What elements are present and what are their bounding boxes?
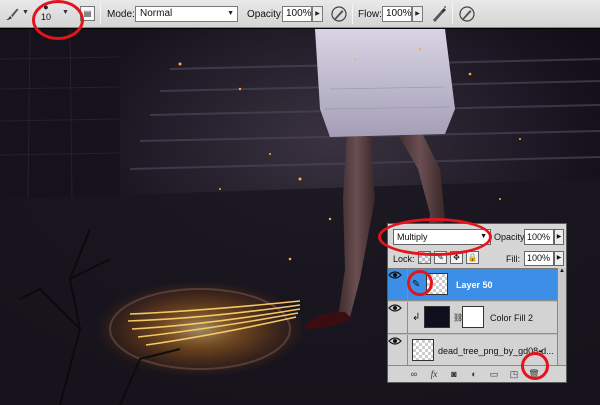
- layer-mask-thumbnail[interactable]: [462, 306, 484, 328]
- visibility-toggle[interactable]: [388, 302, 408, 334]
- flow-value: 100%: [386, 8, 412, 19]
- layers-scrollbar[interactable]: ▲: [557, 268, 566, 365]
- annotation-ring-new-layer: [521, 352, 549, 380]
- new-layer-icon[interactable]: ◳: [508, 368, 520, 380]
- layer-thumbnail[interactable]: [412, 339, 434, 361]
- eye-icon: [388, 337, 402, 345]
- annotation-ring-blend-mode: [378, 218, 492, 256]
- opacity-value: 100%: [286, 8, 312, 19]
- flow-label: Flow:: [358, 9, 382, 20]
- layer-opacity-value: 100%: [527, 232, 551, 242]
- layer-name[interactable]: Layer 50: [456, 280, 493, 290]
- opacity-label: Opacity:: [247, 9, 284, 20]
- chevron-down-icon: ▼: [227, 10, 234, 17]
- mode-select[interactable]: Normal ▼: [135, 6, 238, 22]
- layer-name[interactable]: Color Fill 2: [490, 313, 533, 323]
- fx-icon[interactable]: fx: [428, 368, 440, 380]
- clipping-arrow-icon: ↲: [412, 312, 421, 323]
- pen-pressure-size-icon[interactable]: [458, 5, 476, 23]
- flow-slider-button[interactable]: ▶: [412, 6, 423, 22]
- annotation-ring-brush-size: [32, 0, 84, 40]
- divider: [100, 4, 101, 24]
- lock-all-icon[interactable]: 🔒: [466, 251, 479, 264]
- opacity-input[interactable]: 100%: [282, 6, 312, 22]
- eye-icon: [388, 271, 402, 279]
- options-bar: ▼ ● 10 ▼ ▤ Mode: Normal ▼ Opacity: 100% …: [0, 0, 600, 28]
- layer-opacity-input[interactable]: 100%: [524, 229, 554, 245]
- fill-input[interactable]: 100%: [524, 251, 554, 266]
- divider: [452, 4, 453, 24]
- airbrush-icon[interactable]: [430, 5, 448, 23]
- fill-value: 100%: [527, 253, 551, 263]
- fill-color-thumbnail[interactable]: [424, 306, 450, 328]
- group-icon[interactable]: ▭: [488, 368, 500, 380]
- mode-label: Mode:: [107, 9, 135, 20]
- lock-label: Lock:: [393, 254, 415, 264]
- pen-pressure-opacity-icon[interactable]: [330, 5, 348, 23]
- flow-input[interactable]: 100%: [382, 6, 412, 22]
- scroll-up-icon[interactable]: ▲: [558, 268, 566, 276]
- fill-slider-button[interactable]: ▶: [554, 251, 564, 266]
- brush-tool-icon[interactable]: [4, 6, 20, 22]
- layer-opacity-slider-button[interactable]: ▶: [554, 229, 564, 245]
- annotation-ring-clip: [407, 270, 433, 296]
- eye-icon: [388, 304, 402, 312]
- mode-value: Normal: [140, 8, 173, 19]
- link-layers-icon[interactable]: ∞: [408, 368, 420, 380]
- tool-preset-arrow-icon[interactable]: ▼: [22, 9, 29, 16]
- layer-opacity-label: Opacity:: [494, 232, 528, 242]
- opacity-slider-button[interactable]: ▶: [312, 6, 323, 22]
- add-mask-icon[interactable]: ◙: [448, 368, 460, 380]
- adjustment-layer-icon[interactable]: ◐: [468, 368, 480, 380]
- divider: [352, 4, 353, 24]
- visibility-toggle[interactable]: [388, 269, 408, 301]
- layer-row[interactable]: ↲ ⛓ Color Fill 2: [388, 302, 566, 334]
- visibility-toggle[interactable]: [388, 335, 408, 365]
- fill-label: Fill:: [506, 254, 520, 264]
